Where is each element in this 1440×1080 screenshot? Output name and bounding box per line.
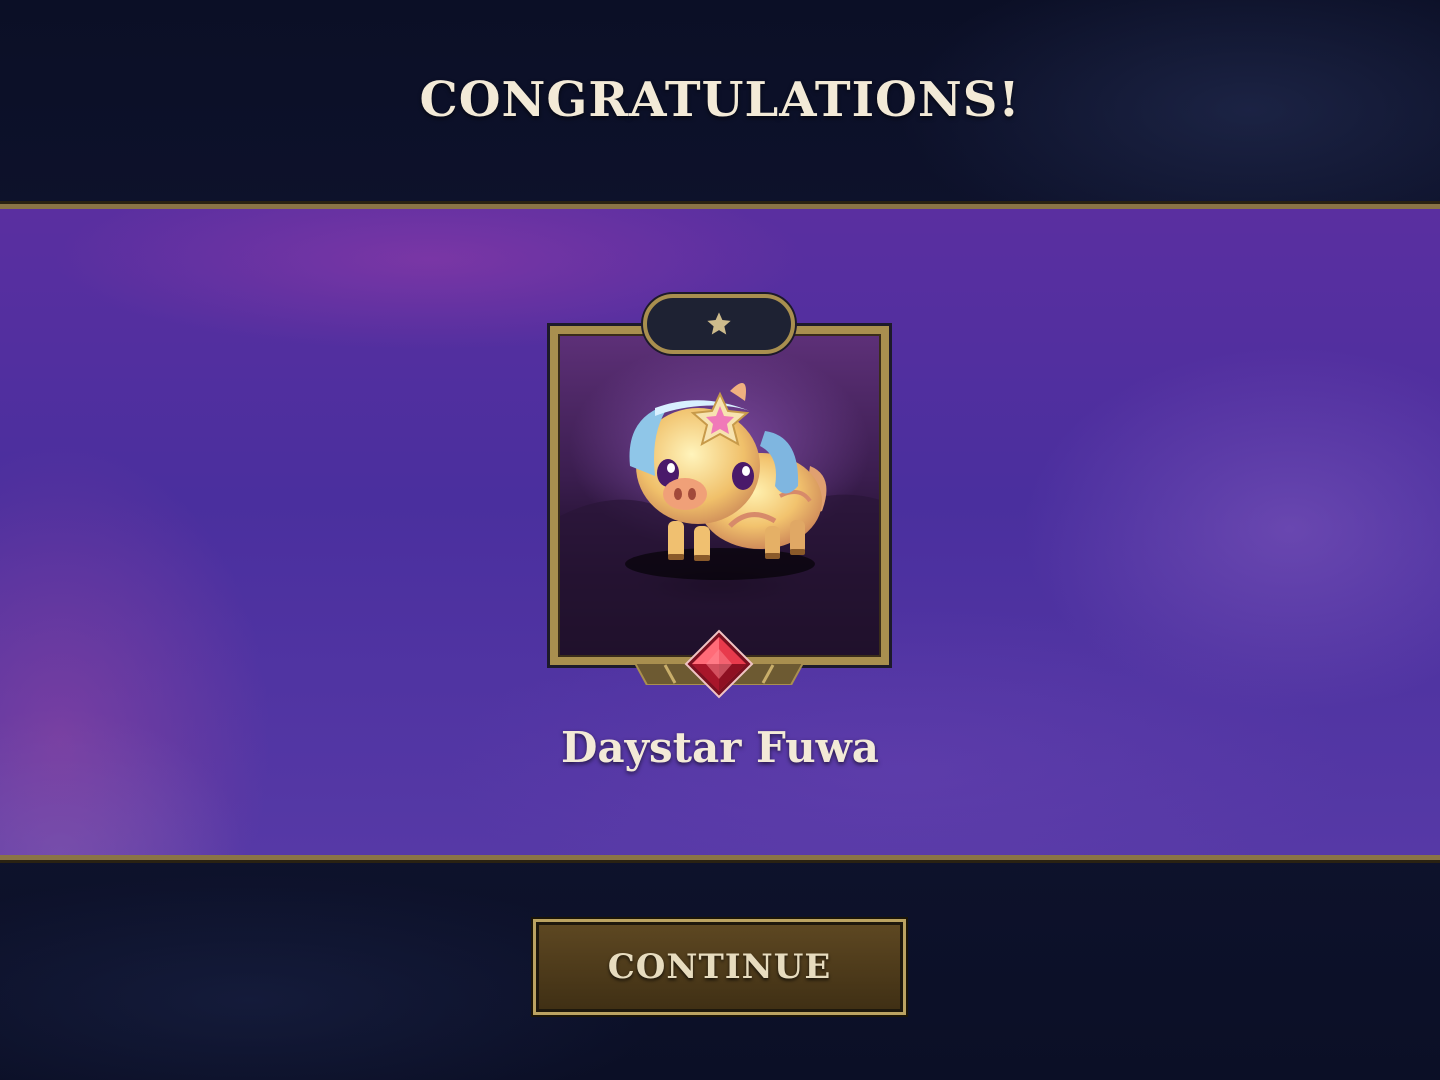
card-frame [547,323,892,668]
star-icon [707,312,731,335]
red-gem-icon [684,629,754,699]
rarity-badge [643,294,795,354]
reward-card [547,294,892,699]
reward-name: Daystar Fuwa [560,723,880,772]
reward-screen: CONGRATULATIONS! Daystar Fuwa CONTINUE [0,0,1440,1080]
pet-portrait [558,334,881,657]
daystar-fuwa-pet-image [560,383,879,655]
continue-button[interactable]: CONTINUE [533,919,906,1015]
page-title: CONGRATULATIONS! [419,72,1021,128]
